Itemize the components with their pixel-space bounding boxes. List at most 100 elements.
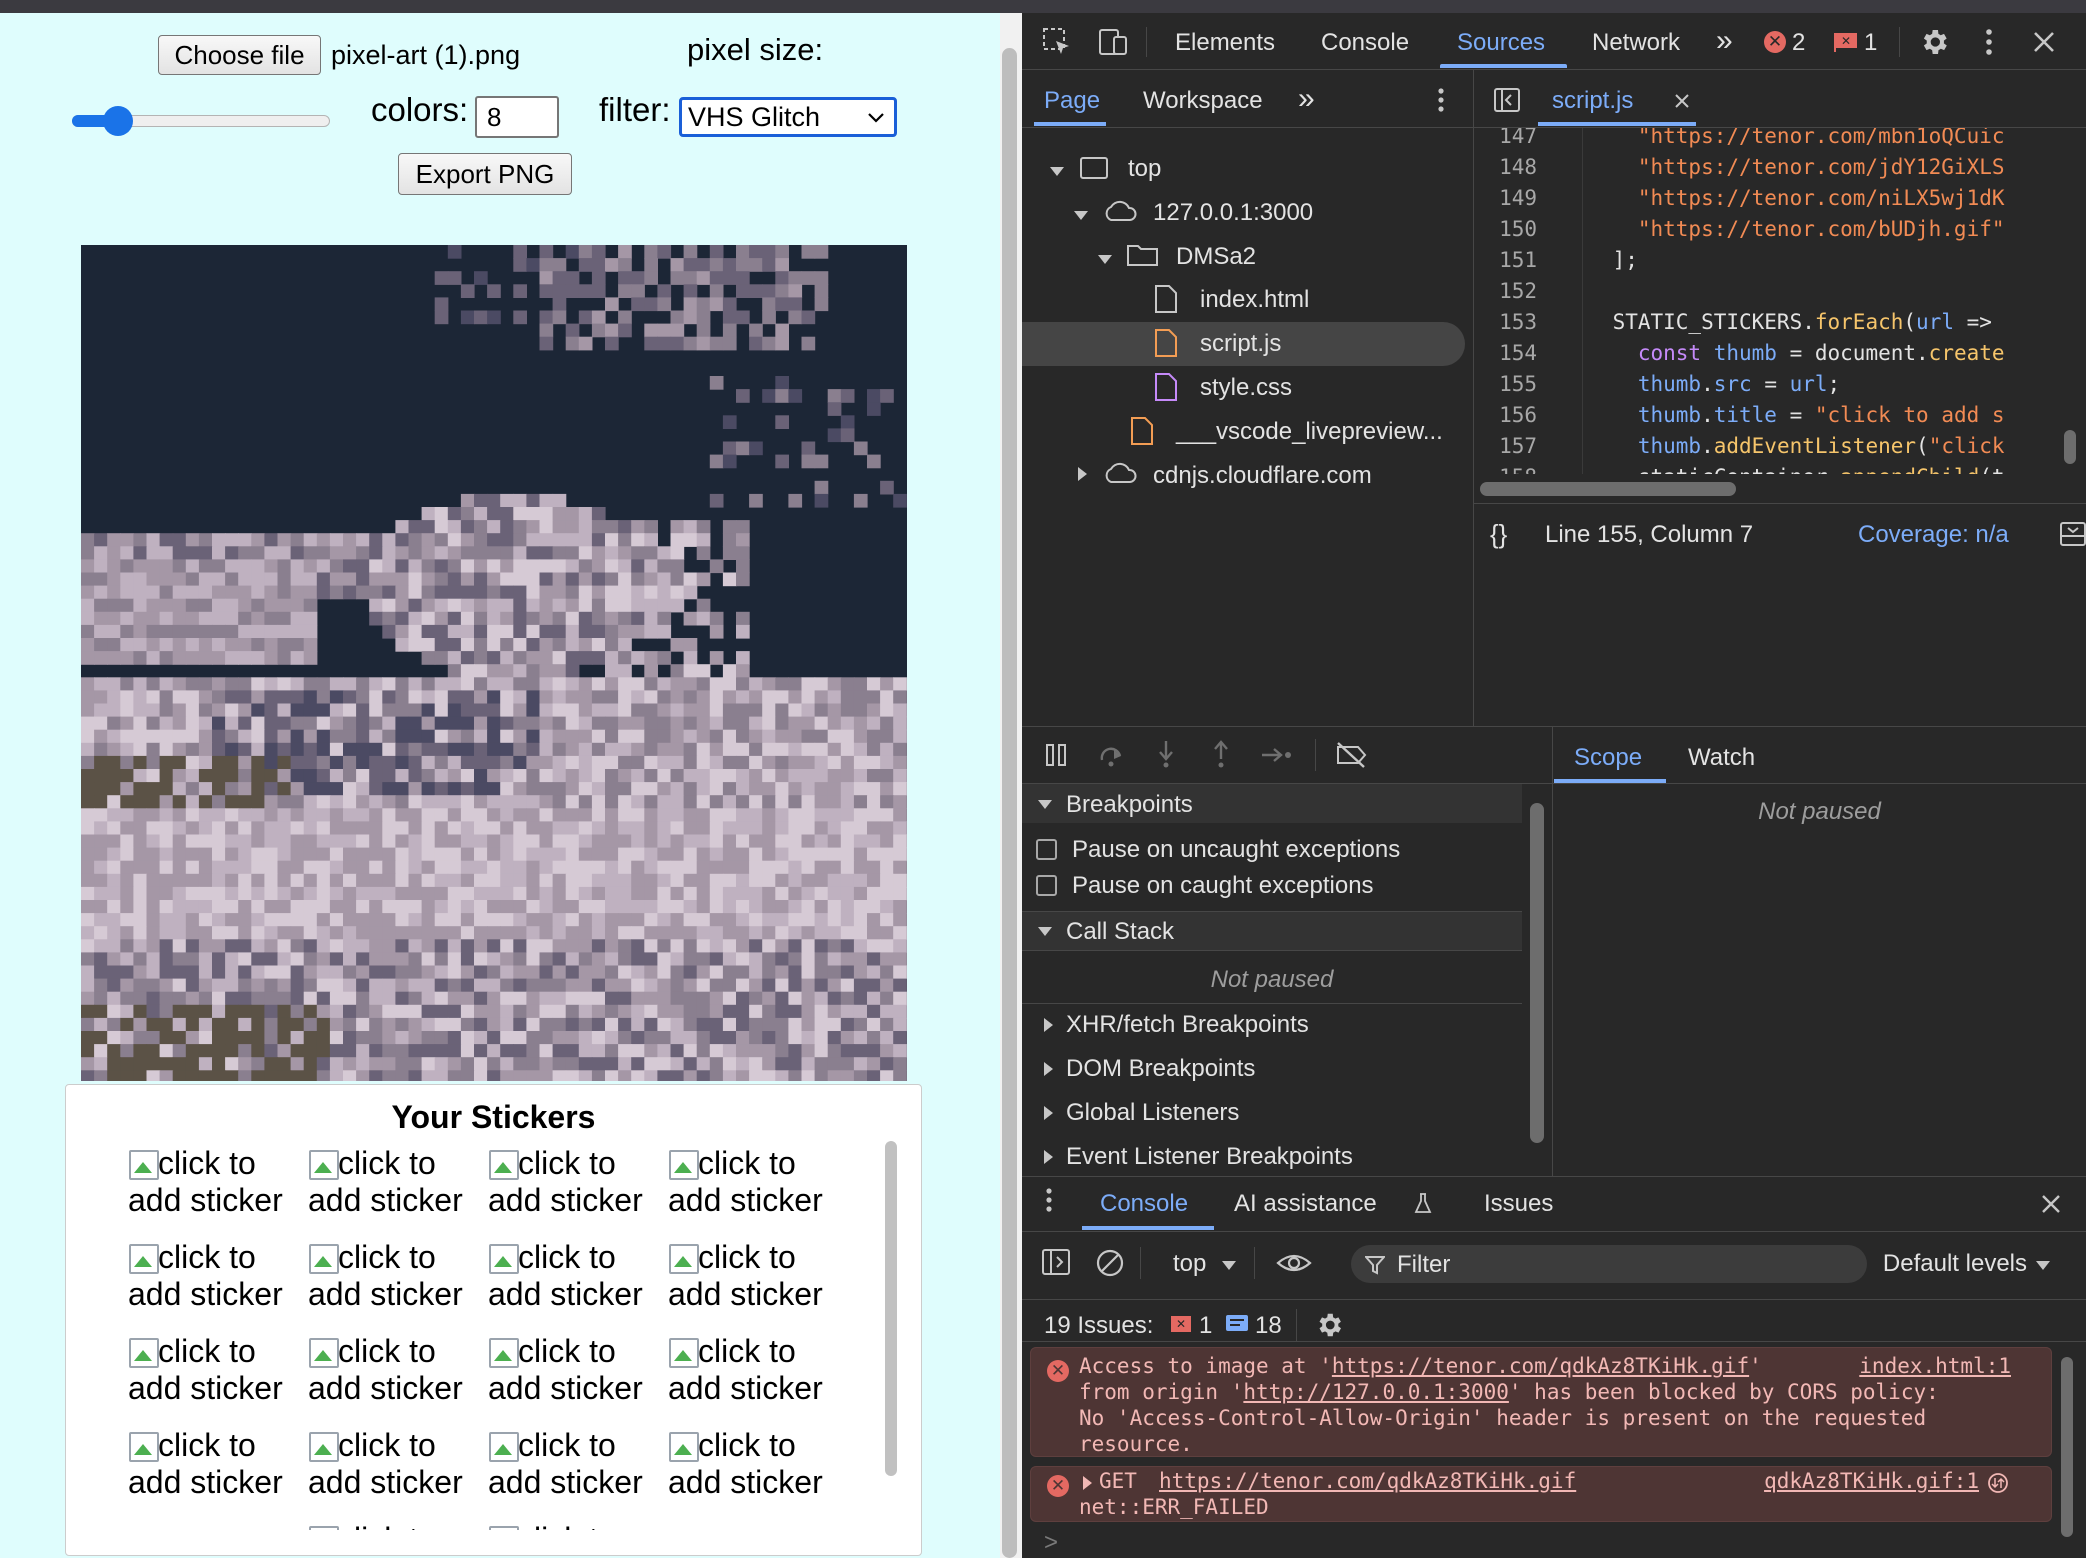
line-number[interactable]: 149 — [1482, 186, 1537, 210]
sticker-thumbnail[interactable]: click to add sticker — [668, 1239, 843, 1313]
close-tab-icon[interactable] — [1674, 93, 1690, 109]
collapse-arrow-icon[interactable] — [1044, 1062, 1053, 1076]
code-line[interactable]: STATIC_STICKERS.forEach(url => — [1562, 310, 1992, 334]
stickers-scroll-thumb[interactable] — [885, 1141, 897, 1476]
page-scroll-thumb[interactable] — [1002, 48, 1017, 1558]
step-icon[interactable] — [1260, 742, 1294, 768]
tree-origin[interactable]: 127.0.0.1:3000 — [1153, 199, 1313, 227]
code-line[interactable]: staticContainer.appendChild(t — [1562, 465, 2005, 474]
pause-uncaught-label[interactable]: Pause on uncaught exceptions — [1072, 836, 1400, 864]
tree-file-index-html[interactable]: index.html — [1200, 286, 1309, 314]
debugger-scroll-thumb[interactable] — [1530, 803, 1544, 1143]
code-area[interactable]: 147 "https://tenor.com/mbn1oQCuic 148 "ht… — [1474, 128, 2086, 474]
line-number[interactable]: 155 — [1482, 372, 1537, 396]
tab-elements[interactable]: Elements — [1175, 29, 1275, 57]
line-number[interactable]: 154 — [1482, 341, 1537, 365]
toggle-drawer-icon[interactable] — [2060, 522, 2086, 546]
error-count[interactable]: 2 — [1792, 29, 1805, 57]
line-number[interactable]: 151 — [1482, 248, 1537, 272]
pause-caught-label[interactable]: Pause on caught exceptions — [1072, 872, 1374, 900]
tree-cdn[interactable]: cdnjs.cloudflare.com — [1153, 462, 1372, 490]
sticker-thumbnail[interactable]: click to add sticker — [488, 1333, 663, 1407]
pause-caught-checkbox[interactable] — [1036, 875, 1057, 896]
page-scrollbar[interactable] — [1000, 13, 1022, 1558]
sticker-thumbnail[interactable]: click to — [308, 1521, 483, 1530]
call-stack-header[interactable]: Call Stack — [1022, 912, 1522, 950]
step-out-icon[interactable] — [1209, 739, 1233, 769]
slider-thumb[interactable] — [103, 106, 133, 136]
expand-arrow-icon[interactable] — [1050, 167, 1064, 176]
xhr-breakpoints[interactable]: XHR/fetch Breakpoints — [1066, 1011, 1309, 1039]
line-number[interactable]: 148 — [1482, 155, 1537, 179]
nav-more-button[interactable]: » — [1298, 82, 1315, 116]
sticker-thumbnail[interactable]: click to add sticker — [488, 1427, 663, 1501]
export-png-button[interactable]: Export PNG — [398, 153, 572, 195]
line-number[interactable]: 147 — [1482, 128, 1537, 148]
code-line[interactable]: thumb.addEventListener("click — [1562, 434, 2005, 458]
eye-icon[interactable] — [1276, 1251, 1312, 1275]
issues-label[interactable]: 19 Issues: — [1044, 1312, 1153, 1340]
nav-tab-workspace[interactable]: Workspace — [1143, 87, 1263, 115]
nav-menu-icon[interactable] — [1436, 87, 1446, 115]
line-number[interactable]: 156 — [1482, 403, 1537, 427]
default-levels-dropdown[interactable]: Default levels — [1867, 1250, 2027, 1278]
console-settings-icon[interactable] — [1314, 1310, 1344, 1340]
event-listener-breakpoints[interactable]: Event Listener Breakpoints — [1066, 1143, 1353, 1171]
clear-console-icon[interactable] — [1096, 1249, 1124, 1277]
sidebar-toggle-icon[interactable] — [1042, 1249, 1070, 1275]
drawer-menu-icon[interactable] — [1044, 1187, 1054, 1215]
console-filter-input[interactable]: Filter — [1351, 1245, 1867, 1283]
colors-input[interactable]: 8 — [475, 96, 559, 138]
tree-top[interactable]: top — [1128, 155, 1161, 183]
watch-tab[interactable]: Watch — [1688, 744, 1755, 772]
code-line[interactable]: "https://tenor.com/jdY12GiXLS — [1562, 155, 2005, 179]
nav-tab-page[interactable]: Page — [1044, 87, 1100, 115]
code-line[interactable]: "https://tenor.com/niLX5wj1dK — [1562, 186, 2005, 210]
sticker-thumbnail[interactable]: click to add sticker — [128, 1239, 303, 1313]
collapse-arrow-icon[interactable] — [1044, 1018, 1053, 1032]
sticker-thumbnail[interactable]: click to add sticker — [668, 1427, 843, 1501]
code-line[interactable]: thumb.title = "click to add s — [1562, 403, 2005, 427]
sticker-thumbnail[interactable]: click to add sticker — [128, 1333, 303, 1407]
network-request-icon[interactable] — [1987, 1472, 2009, 1494]
cors-source-link[interactable]: index.html:1 — [1859, 1354, 2011, 1378]
code-line[interactable]: thumb.src = url; — [1562, 372, 1840, 396]
step-into-icon[interactable] — [1154, 739, 1178, 769]
sticker-thumbnail[interactable]: click to add sticker — [668, 1333, 843, 1407]
pixel-art-canvas[interactable] — [81, 245, 907, 1081]
step-over-icon[interactable] — [1098, 742, 1126, 768]
expand-arrow-icon[interactable] — [1038, 800, 1052, 809]
console-scroll-thumb[interactable] — [2061, 1357, 2073, 1537]
inspect-element-icon[interactable] — [1042, 27, 1072, 57]
sticker-thumbnail[interactable]: click to add sticker — [128, 1145, 303, 1219]
collapse-arrow-icon[interactable] — [1078, 467, 1087, 481]
global-listeners[interactable]: Global Listeners — [1066, 1099, 1239, 1127]
sticker-thumbnail[interactable]: click to — [488, 1521, 663, 1530]
get-source-link[interactable]: qdkAz8TKiHk.gif:1 — [1764, 1469, 1979, 1493]
sticker-thumbnail[interactable]: click to add sticker — [668, 1145, 843, 1219]
dom-breakpoints[interactable]: DOM Breakpoints — [1066, 1055, 1255, 1083]
coverage-status[interactable]: Coverage: n/a — [1858, 521, 2009, 549]
pretty-print-icon[interactable]: {} — [1490, 519, 1507, 550]
breakpoints-header[interactable]: Breakpoints — [1022, 784, 1522, 823]
tree-file-script-js[interactable]: script.js — [1200, 330, 1281, 358]
warning-count[interactable]: 1 — [1864, 29, 1877, 57]
sticker-thumbnail[interactable]: click to add sticker — [308, 1427, 483, 1501]
tab-sources[interactable]: Sources — [1457, 29, 1545, 57]
drawer-tab-ai-assistance[interactable]: AI assistance — [1234, 1190, 1377, 1218]
sticker-thumbnail[interactable]: click to add sticker — [488, 1239, 663, 1313]
toggle-navigator-icon[interactable] — [1493, 87, 1521, 113]
expand-arrow-icon[interactable] — [1083, 1476, 1092, 1490]
tree-file-style-css[interactable]: style.css — [1200, 374, 1292, 402]
tree-vscode-livepreview[interactable]: ___vscode_livepreview... — [1176, 418, 1443, 446]
issues-info-count[interactable]: 18 — [1255, 1312, 1282, 1340]
cors-origin-link[interactable]: http://127.0.0.1:3000 — [1243, 1380, 1509, 1404]
line-number[interactable]: 152 — [1482, 279, 1537, 303]
tab-network[interactable]: Network — [1592, 29, 1680, 57]
line-number[interactable]: 150 — [1482, 217, 1537, 241]
pause-uncaught-checkbox[interactable] — [1036, 839, 1057, 860]
deactivate-breakpoints-icon[interactable] — [1334, 741, 1368, 769]
editor-hscroll-thumb[interactable] — [1480, 482, 1736, 496]
tree-folder[interactable]: DMSa2 — [1176, 243, 1256, 271]
scope-tab[interactable]: Scope — [1574, 744, 1642, 772]
